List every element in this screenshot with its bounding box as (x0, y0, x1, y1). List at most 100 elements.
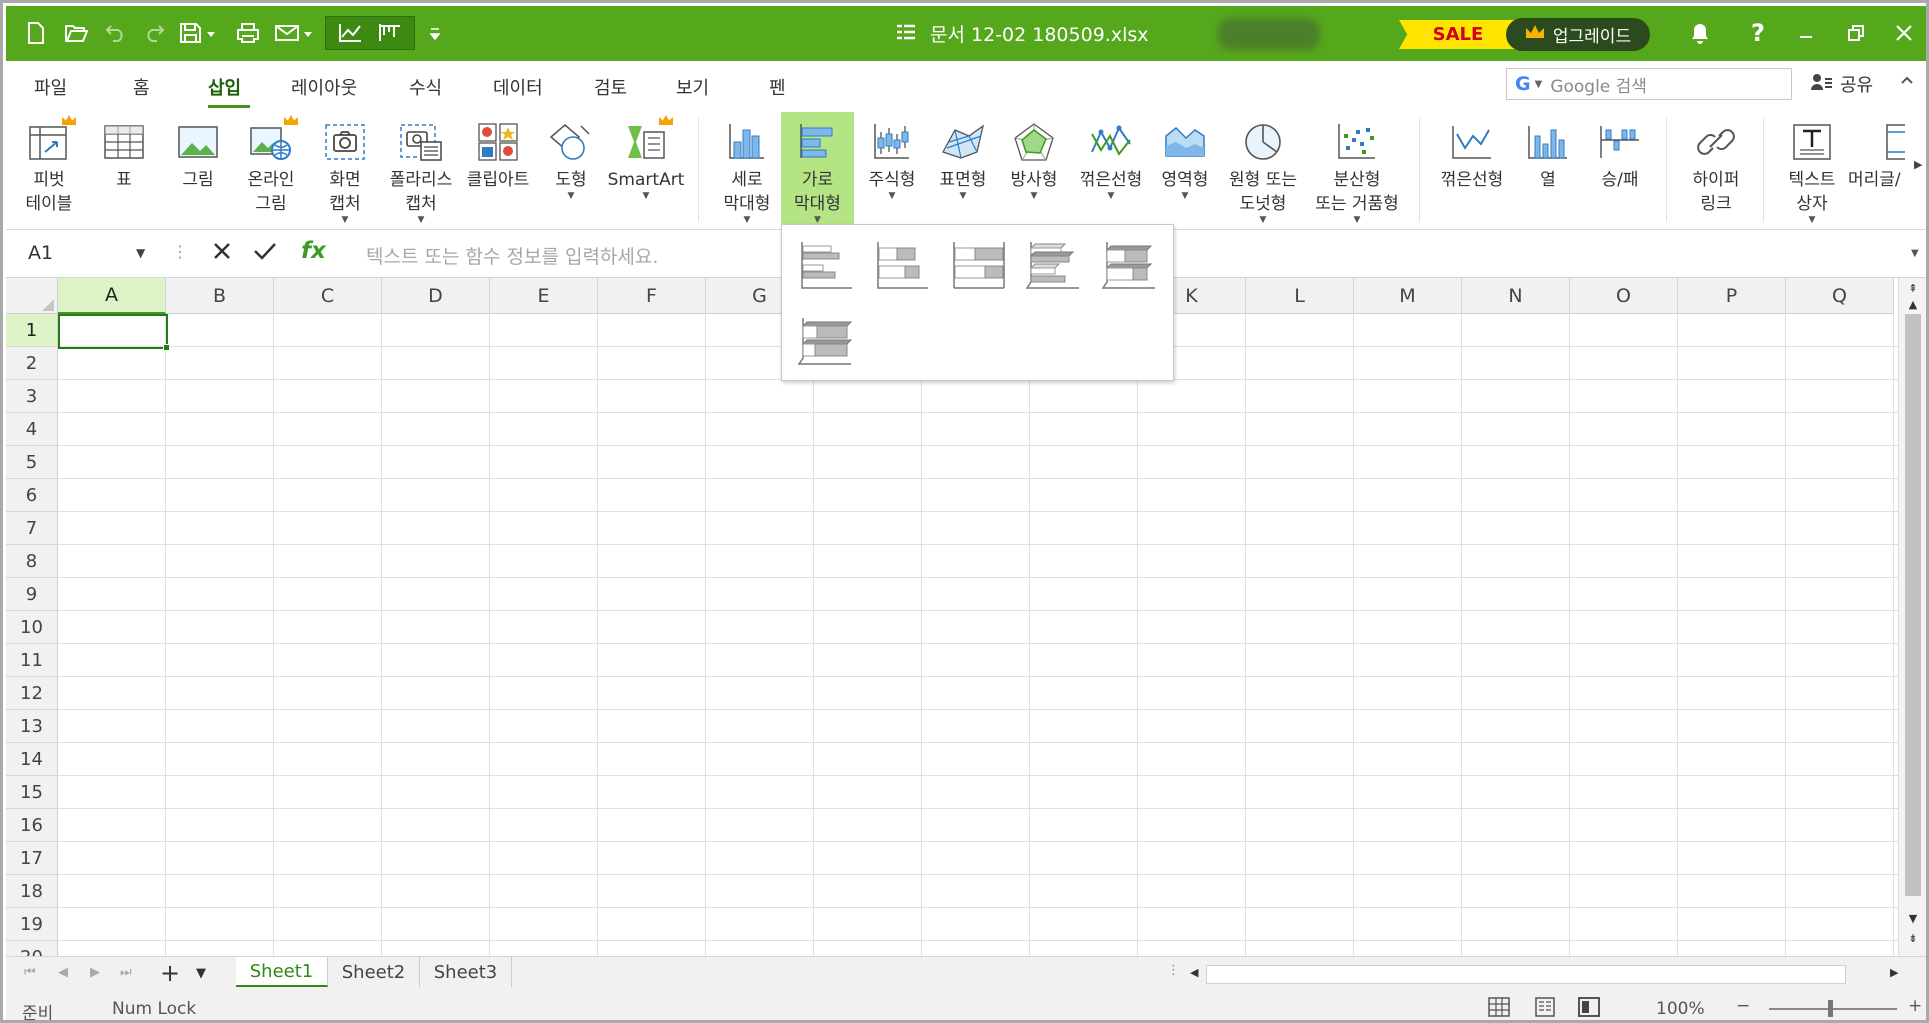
column-header-m[interactable]: M (1354, 278, 1462, 314)
line-chart-button[interactable]: 꺾은선형 ▼ (1071, 112, 1151, 226)
scroll-down-icon[interactable]: ▼ (1899, 912, 1926, 925)
formula-input[interactable]: 텍스트 또는 함수 정보를 입력하세요. (366, 242, 658, 269)
pivot-table-button[interactable]: 피벗 테이블 (22, 112, 76, 226)
radar-chart-button[interactable]: 방사형 ▼ (1003, 112, 1065, 226)
row-header-12[interactable]: 12 (6, 677, 58, 710)
undo-icon[interactable] (99, 15, 133, 51)
vertical-scrollbar[interactable]: ⇞ ▲ ▼ ⇟ (1898, 278, 1926, 956)
line-chart-quick-icon[interactable] (338, 23, 362, 43)
smartart-dropdown-caret[interactable]: ▼ (643, 192, 650, 201)
zoom-slider[interactable] (1769, 1008, 1897, 1010)
row-header-13[interactable]: 13 (6, 710, 58, 743)
row-header-11[interactable]: 11 (6, 644, 58, 677)
add-sheet-icon[interactable]: + (160, 959, 180, 987)
sparkline-winloss-button[interactable]: 승/패 (1590, 112, 1650, 226)
minimize-icon[interactable] (1788, 15, 1824, 51)
cells-area[interactable] (58, 314, 1898, 956)
column-header-b[interactable]: B (166, 278, 274, 314)
sheet-tab-2[interactable]: Sheet2 (328, 957, 420, 987)
help-icon[interactable]: ? (1740, 15, 1776, 51)
bar-chart-quick-icon[interactable] (378, 23, 402, 43)
page-layout-view-icon[interactable] (1534, 997, 1556, 1020)
smartart-button[interactable]: SmartArt ▼ (608, 112, 684, 226)
restore-icon[interactable] (1838, 15, 1874, 51)
row-header-10[interactable]: 10 (6, 611, 58, 644)
stock-chart-dropdown-caret[interactable]: ▼ (889, 192, 896, 201)
redo-icon[interactable] (137, 15, 171, 51)
last-sheet-icon[interactable]: ⏭ (120, 965, 132, 980)
row-header-1[interactable]: 1 (6, 314, 58, 347)
row-header-9[interactable]: 9 (6, 578, 58, 611)
upgrade-button[interactable]: 업그레이드 (1506, 18, 1650, 51)
confirm-entry-icon[interactable] (252, 239, 278, 267)
selected-cell-a1[interactable] (58, 314, 168, 349)
row-header-6[interactable]: 6 (6, 479, 58, 512)
column-header-c[interactable]: C (274, 278, 382, 314)
row-header-19[interactable]: 19 (6, 908, 58, 941)
search-box[interactable]: G ▼ Google 검색 (1506, 68, 1792, 100)
sheet-list-icon[interactable]: ▼ (196, 966, 206, 981)
cancel-entry-icon[interactable] (210, 239, 234, 267)
column-header-n[interactable]: N (1462, 278, 1570, 314)
textbox-button[interactable]: 텍스트 상자 ▼ (1780, 112, 1844, 226)
tab-home[interactable]: 홈 (133, 74, 150, 100)
dropdown-item-3d-clustered-bar[interactable] (1022, 233, 1086, 297)
next-sheet-icon[interactable]: ▶ (90, 965, 100, 980)
prev-sheet-icon[interactable]: ◀ (58, 965, 68, 980)
zoom-out-icon[interactable]: − (1736, 996, 1750, 1016)
clipart-button[interactable]: 클립아트 (461, 112, 535, 226)
normal-view-icon[interactable] (1488, 997, 1510, 1020)
row-header-4[interactable]: 4 (6, 413, 58, 446)
scatter-chart-button[interactable]: 분산형 또는 거품형 ▼ (1308, 112, 1406, 226)
picture-button[interactable]: 그림 (174, 112, 222, 226)
row-header-16[interactable]: 16 (6, 809, 58, 842)
row-header-17[interactable]: 17 (6, 842, 58, 875)
dropdown-item-100-percent-stacked-bar[interactable] (946, 233, 1010, 297)
customize-toolbar-icon[interactable] (424, 15, 446, 51)
shapes-dropdown-caret[interactable]: ▼ (568, 192, 575, 201)
screenshot-dropdown-caret[interactable]: ▼ (342, 216, 349, 225)
hyperlink-button[interactable]: 하이퍼 링크 (1684, 112, 1748, 226)
split-handle-icon[interactable]: ⇞ (1899, 282, 1926, 295)
email-icon[interactable] (272, 15, 318, 51)
row-header-3[interactable]: 3 (6, 380, 58, 413)
pie-chart-button[interactable]: 원형 또는 도넛형 ▼ (1222, 112, 1304, 226)
sale-badge[interactable]: SALE (1399, 20, 1517, 49)
tab-layout[interactable]: 레이아웃 (291, 74, 357, 100)
open-folder-icon[interactable] (58, 15, 94, 51)
expand-formula-bar-icon[interactable]: ▼ (1911, 248, 1919, 259)
tab-review[interactable]: 검토 (594, 74, 627, 100)
zoom-slider-thumb[interactable] (1828, 1000, 1833, 1017)
tab-formula[interactable]: 수식 (409, 74, 442, 100)
row-header-18[interactable]: 18 (6, 875, 58, 908)
scroll-right-icon[interactable]: ▶ (1890, 966, 1898, 979)
split-handle-bottom-icon[interactable]: ⇟ (1899, 932, 1926, 945)
column-header-p[interactable]: P (1678, 278, 1786, 314)
dropdown-item-3d-100-percent-stacked-bar[interactable] (794, 309, 858, 373)
area-chart-dropdown-caret[interactable]: ▼ (1182, 192, 1189, 201)
column-header-q[interactable]: Q (1786, 278, 1894, 314)
dropdown-item-clustered-bar[interactable] (794, 233, 858, 297)
zoom-in-icon[interactable]: + (1908, 996, 1922, 1016)
tab-pen[interactable]: 펜 (769, 74, 786, 100)
select-all-corner[interactable] (6, 278, 58, 314)
formula-bar-grip-icon[interactable]: ⋮ (172, 242, 188, 261)
header-footer-button[interactable]: 머리글/ (1848, 112, 1914, 226)
row-header-14[interactable]: 14 (6, 743, 58, 776)
column-chart-dropdown-caret[interactable]: ▼ (744, 216, 751, 225)
sheet-tab-1[interactable]: Sheet1 (236, 957, 328, 987)
radar-chart-dropdown-caret[interactable]: ▼ (1031, 192, 1038, 201)
tab-file[interactable]: 파일 (34, 74, 67, 100)
new-document-icon[interactable] (18, 15, 54, 51)
fill-handle[interactable] (163, 344, 170, 351)
row-header-15[interactable]: 15 (6, 776, 58, 809)
polaris-capture-dropdown-caret[interactable]: ▼ (418, 216, 425, 225)
polaris-capture-button[interactable]: 폴라리스 캡처 ▼ (384, 112, 458, 226)
sheet-tab-3[interactable]: Sheet3 (420, 957, 512, 987)
collapse-ribbon-icon[interactable] (1901, 69, 1913, 90)
scatter-chart-dropdown-caret[interactable]: ▼ (1354, 216, 1361, 225)
surface-chart-dropdown-caret[interactable]: ▼ (960, 192, 967, 201)
name-box-caret-icon[interactable]: ▼ (136, 246, 145, 260)
scroll-up-icon[interactable]: ▲ (1899, 298, 1926, 311)
search-engine-caret[interactable]: ▼ (1535, 79, 1543, 90)
